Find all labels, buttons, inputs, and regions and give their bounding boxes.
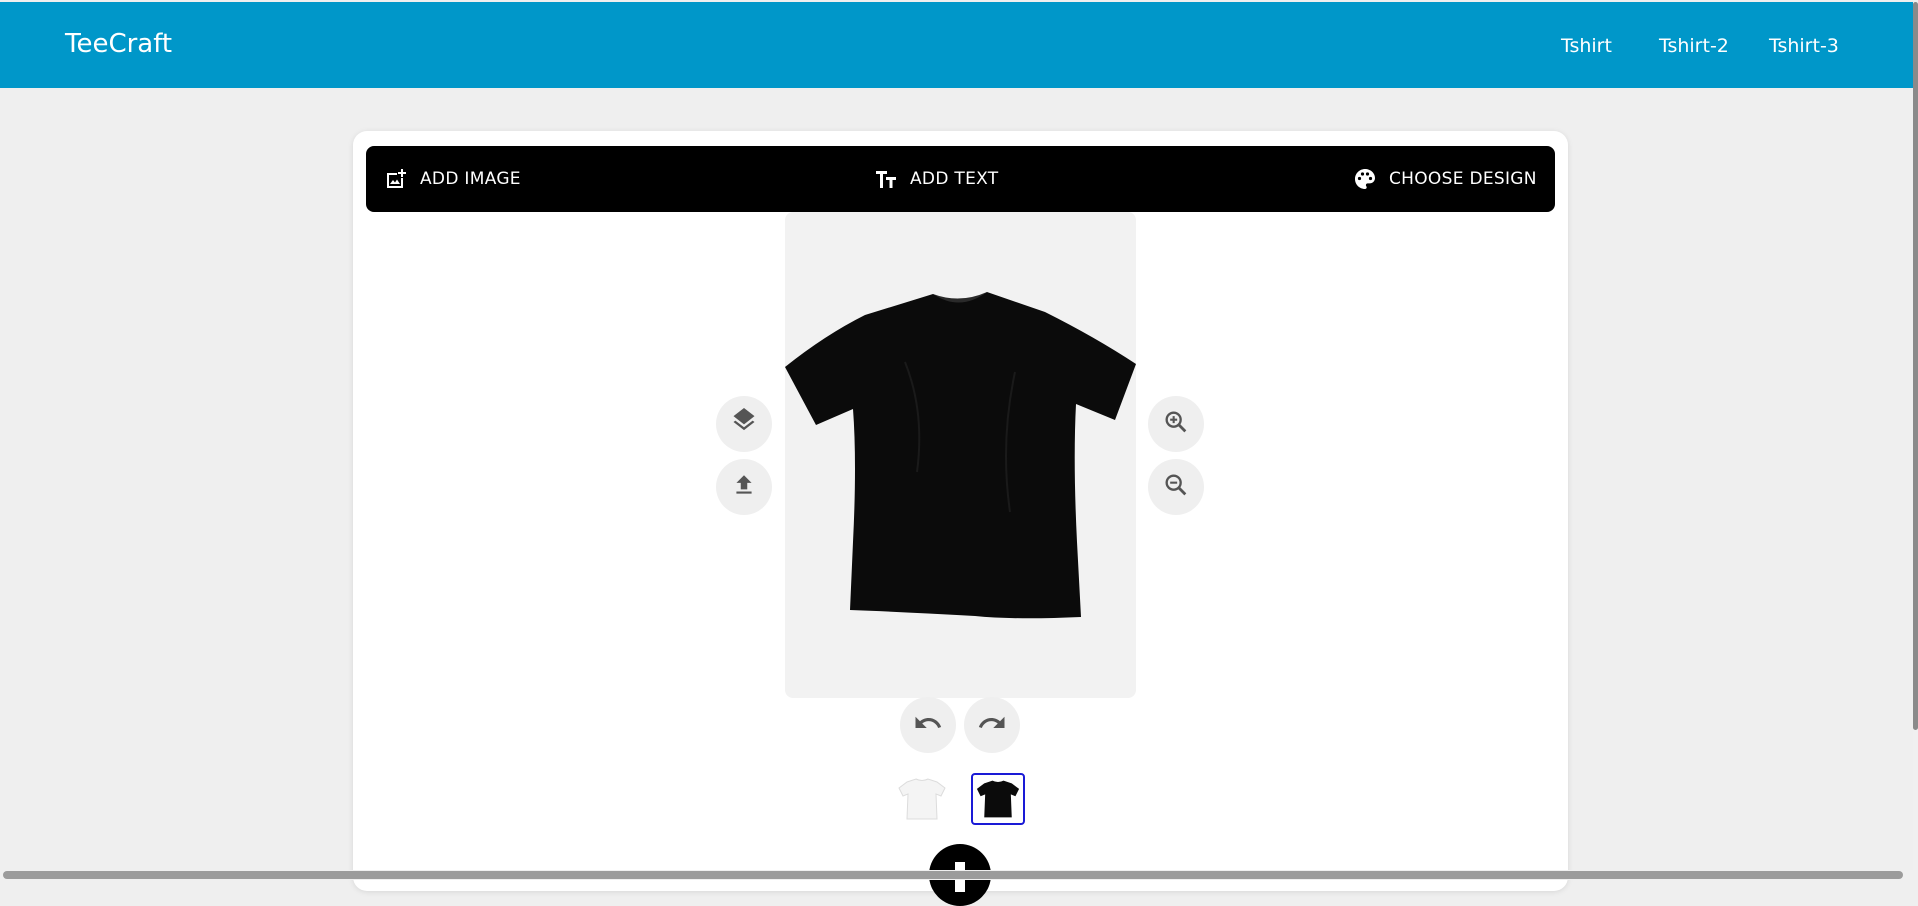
brand-logo[interactable]: TeeCraft: [65, 29, 172, 59]
white-tshirt-thumbnail: [898, 778, 946, 820]
nav-link-tshirt-2[interactable]: Tshirt-2: [1659, 35, 1729, 57]
choose-design-button[interactable]: CHOOSE DESIGN: [1353, 146, 1537, 212]
variant-white-tshirt[interactable]: [895, 773, 949, 825]
redo-icon: [977, 708, 1007, 743]
layers-icon: [730, 407, 758, 441]
nav-link-tshirt[interactable]: Tshirt: [1561, 35, 1612, 57]
tshirt-preview: [785, 292, 1136, 619]
black-tshirt-thumbnail: [976, 780, 1020, 818]
add-text-label: ADD TEXT: [910, 169, 999, 189]
upload-button[interactable]: [716, 459, 772, 515]
add-image-button[interactable]: ADD IMAGE: [384, 146, 521, 212]
design-toolbar: ADD IMAGE ADD TEXT CHOOSE DESIGN: [366, 146, 1555, 212]
horizontal-scrollbar[interactable]: [0, 870, 1913, 880]
variant-black-tshirt[interactable]: [971, 773, 1025, 825]
app-bar: TeeCraft Tshirt Tshirt-2 Tshirt-3: [0, 2, 1913, 88]
add-image-label: ADD IMAGE: [420, 169, 521, 189]
design-canvas[interactable]: [785, 212, 1136, 698]
zoom-in-button[interactable]: [1148, 396, 1204, 452]
zoom-out-button[interactable]: [1148, 459, 1204, 515]
text-fields-icon: [874, 167, 898, 191]
undo-button[interactable]: [900, 697, 956, 753]
vertical-scrollbar[interactable]: [1913, 0, 1918, 880]
layers-button[interactable]: [716, 396, 772, 452]
zoom-out-icon: [1162, 471, 1190, 504]
choose-design-label: CHOOSE DESIGN: [1389, 169, 1537, 189]
redo-button[interactable]: [964, 697, 1020, 753]
upload-icon: [731, 472, 757, 503]
zoom-in-icon: [1162, 408, 1190, 441]
undo-icon: [913, 708, 943, 743]
nav-link-tshirt-3[interactable]: Tshirt-3: [1769, 35, 1839, 57]
vertical-scrollbar-thumb[interactable]: [1913, 2, 1918, 730]
palette-icon: [1353, 167, 1377, 191]
horizontal-scrollbar-thumb[interactable]: [3, 871, 1903, 879]
add-photo-icon: [384, 167, 408, 191]
add-text-button[interactable]: ADD TEXT: [874, 146, 998, 212]
